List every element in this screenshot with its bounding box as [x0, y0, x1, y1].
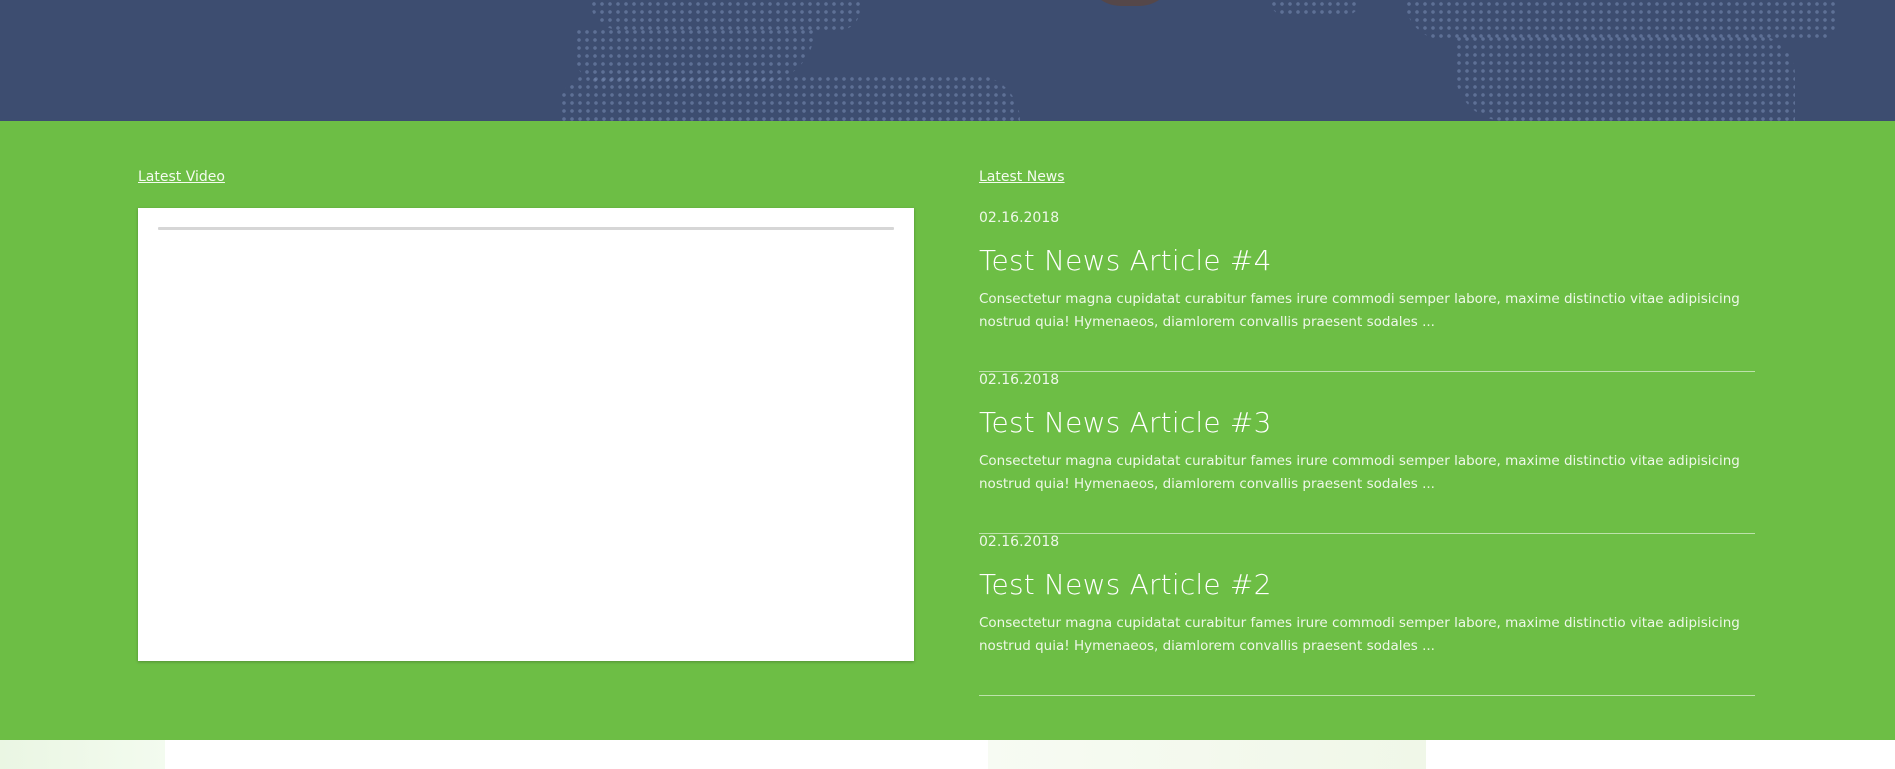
news-excerpt: Consectetur magna cupidatat curabitur fa… [979, 615, 1740, 654]
faded-image-right [988, 740, 1426, 769]
page: Latest Video Latest News 02.16.2018 Test… [0, 0, 1895, 769]
map-region-north-america [590, 0, 860, 30]
latest-video-link[interactable]: Latest Video [138, 169, 225, 185]
news-item: 02.16.2018 Test News Article #3 Consecte… [979, 372, 1755, 534]
map-region-caribbean [560, 75, 1020, 121]
news-title-link[interactable]: Test News Article #2 [979, 568, 1272, 601]
news-excerpt: Consectetur magna cupidatat curabitur fa… [979, 291, 1740, 330]
news-list: 02.16.2018 Test News Article #4 Consecte… [979, 210, 1755, 696]
next-section-strip [0, 740, 1895, 769]
news-title-link[interactable]: Test News Article #4 [979, 244, 1272, 277]
hero-banner [0, 0, 1895, 121]
news-date: 02.16.2018 [979, 210, 1060, 226]
video-progress-bar[interactable] [158, 227, 894, 230]
news-date: 02.16.2018 [979, 534, 1060, 550]
news-date: 02.16.2018 [979, 372, 1060, 388]
map-region-south-asia [1455, 35, 1795, 121]
video-player[interactable] [138, 208, 914, 661]
latest-news-link[interactable]: Latest News [979, 169, 1065, 185]
news-excerpt: Consectetur magna cupidatat curabitur fa… [979, 453, 1740, 492]
news-item: 02.16.2018 Test News Article #2 Consecte… [979, 534, 1755, 696]
map-region-europe [1270, 0, 1360, 16]
avatar [1085, 0, 1175, 6]
news-title-link[interactable]: Test News Article #3 [979, 406, 1272, 439]
map-region-asia [1405, 0, 1835, 40]
faded-image-left [0, 740, 165, 769]
news-item: 02.16.2018 Test News Article #4 Consecte… [979, 210, 1755, 372]
latest-content-section: Latest Video Latest News 02.16.2018 Test… [0, 121, 1895, 740]
